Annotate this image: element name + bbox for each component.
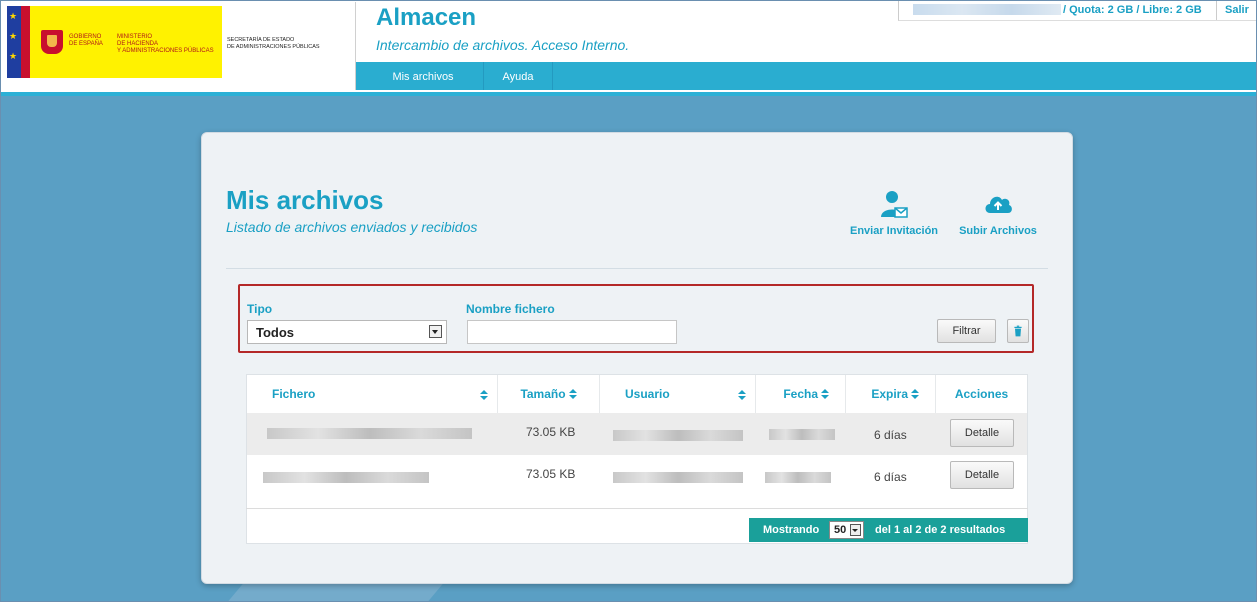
column-header-fecha[interactable]: Fecha (756, 375, 846, 413)
coat-of-arms-icon (41, 30, 63, 54)
expires-value: 6 días (874, 470, 907, 484)
expires-value: 6 días (874, 428, 907, 442)
trash-icon (1014, 325, 1022, 337)
title-divider (226, 268, 1048, 269)
upload-files-label: Subir Archivos (959, 225, 1037, 237)
pagination-showing-label: Mostrando (763, 524, 820, 536)
detail-button[interactable]: Detalle (950, 419, 1014, 447)
user-redacted (613, 472, 743, 483)
clear-filter-button[interactable] (1007, 319, 1029, 343)
app-title: Almacen (376, 4, 477, 31)
send-invitation-label: Enviar Invitación (849, 225, 939, 237)
date-redacted (765, 472, 831, 483)
government-logo: ★ ★ ★ GOBIERNO DE ESPAÑA MINISTERIO DE HAC… (2, 2, 356, 90)
header-underline (0, 92, 1257, 96)
sort-icon (821, 389, 829, 399)
file-size: 73.05 KB (526, 467, 576, 481)
column-header-fichero[interactable]: Fichero (247, 375, 498, 413)
background-decoration (227, 582, 445, 602)
pagination-summary: del 1 al 2 de 2 resultados (875, 524, 1006, 536)
type-select[interactable]: Todos (247, 320, 447, 344)
spain-flag-stripe (21, 6, 30, 78)
table-row[interactable]: 73.05 KB 6 días Detalle (247, 413, 1027, 455)
filename-redacted (263, 472, 429, 483)
main-nav: Mis archivos Ayuda (356, 62, 1257, 90)
pagination-divider (246, 508, 1028, 509)
user-invite-icon (881, 191, 908, 218)
sort-icon (480, 390, 488, 400)
main-panel: Mis archivos Listado de archivos enviado… (201, 132, 1073, 584)
nav-divider (552, 62, 553, 90)
logo-gobierno-text: GOBIERNO DE ESPAÑA (69, 34, 103, 47)
chevron-down-icon (429, 325, 442, 338)
column-header-acciones: Acciones (954, 387, 1009, 401)
logo-banner: ★ ★ ★ GOBIERNO DE ESPAÑA MINISTERIO DE HAC… (7, 6, 222, 78)
nav-divider (483, 62, 484, 90)
quota-text: / Quota: 2 GB / Libre: 2 GB (1063, 4, 1202, 16)
cloud-upload-icon (985, 196, 1012, 213)
filename-input[interactable] (467, 320, 677, 344)
logo-secretaria-text: SECRETARÍA DE ESTADO DE ADMINISTRACIONES… (227, 37, 320, 50)
table-row[interactable]: 73.05 KB 6 días Detalle (247, 455, 1027, 497)
detail-button[interactable]: Detalle (950, 461, 1014, 489)
send-invitation-button[interactable]: Enviar Invitación (846, 189, 942, 237)
sort-icon (738, 390, 746, 400)
column-header-expira[interactable]: Expira (846, 375, 936, 413)
page-size-value: 50 (834, 524, 847, 536)
nav-item-ayuda[interactable]: Ayuda (489, 62, 547, 90)
sort-icon (911, 389, 919, 399)
user-bar: / Quota: 2 GB / Libre: 2 GB Salir (898, 0, 1257, 21)
user-bar-divider (1216, 0, 1217, 20)
file-size: 73.05 KB (526, 425, 576, 439)
user-redacted (613, 430, 743, 441)
column-header-usuario[interactable]: Usuario (600, 375, 756, 413)
type-select-value: Todos (256, 325, 295, 340)
date-redacted (769, 429, 835, 440)
nav-item-mis-archivos[interactable]: Mis archivos (378, 62, 468, 90)
header: ★ ★ ★ GOBIERNO DE ESPAÑA MINISTERIO DE HAC… (0, 0, 1257, 92)
chevron-down-icon (850, 524, 861, 536)
user-email-redacted (913, 4, 1061, 15)
filename-redacted (267, 428, 472, 439)
eu-flag-icon: ★ ★ ★ (7, 6, 21, 78)
logo-ministerio-text: MINISTERIO DE HACIENDA Y ADMINISTRACIONE… (117, 34, 214, 54)
logout-link[interactable]: Salir (1225, 4, 1249, 16)
sort-icon (568, 389, 577, 399)
upload-files-button[interactable]: Subir Archivos (954, 189, 1042, 237)
column-header-tamano[interactable]: Tamaño (498, 375, 600, 413)
page-title: Mis archivos (226, 185, 384, 215)
filter-button[interactable]: Filtrar (937, 319, 996, 343)
pagination-bar: Mostrando 50 del 1 al 2 de 2 resultados (749, 518, 1028, 542)
type-label: Tipo (247, 302, 273, 316)
filter-form: Tipo Nombre fichero Todos Filtrar (238, 284, 1034, 353)
filename-label: Nombre fichero (466, 302, 555, 316)
page-size-select[interactable]: 50 (829, 521, 864, 539)
page-subtitle: Listado de archivos enviados y recibidos (226, 219, 478, 235)
app-subtitle: Intercambio de archivos. Acceso Interno. (376, 37, 630, 53)
